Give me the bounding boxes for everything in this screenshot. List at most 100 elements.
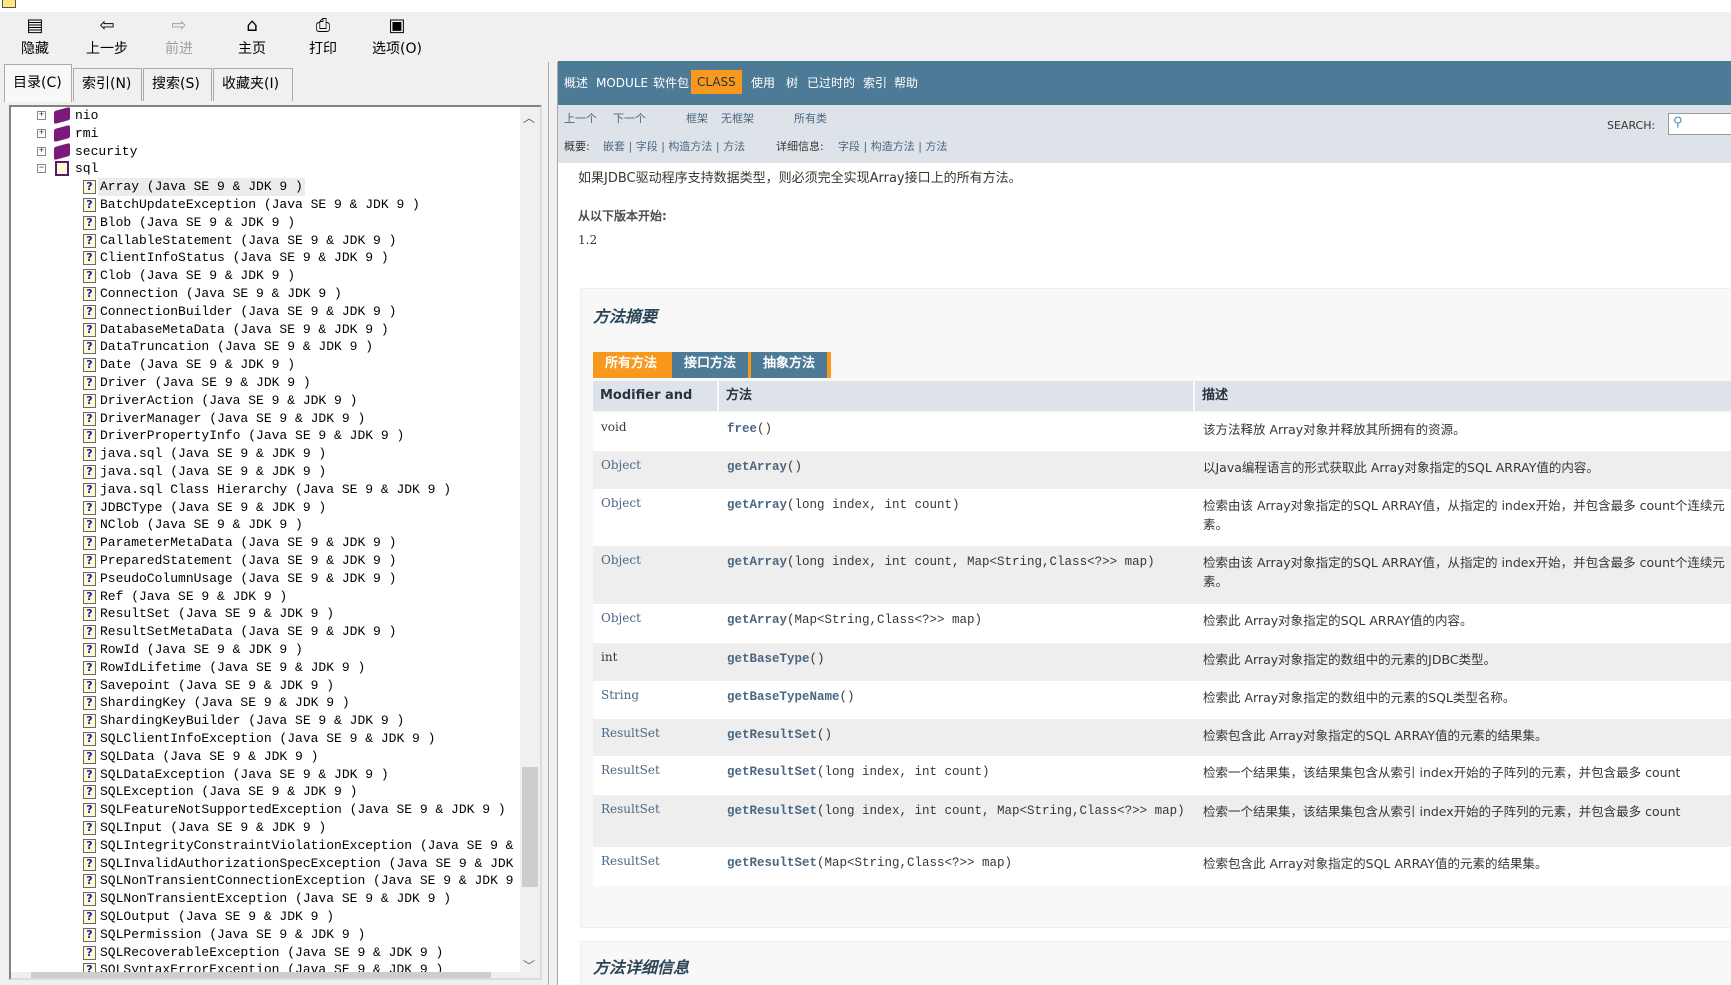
tree-class-item[interactable]: ? SQLClientInfoException (Java SE 9 & JDK… (11, 730, 531, 748)
tree-class-item[interactable]: ? DriverAction (Java SE 9 & JDK 9 ) (11, 392, 531, 410)
tab-contents[interactable]: 目录(C) (4, 64, 72, 102)
tab-favorites[interactable]: 收藏夹(I) (213, 68, 293, 101)
tree-class-item[interactable]: ? PseudoColumnUsage (Java SE 9 & JDK 9 ) (11, 570, 531, 588)
back-button[interactable]: ⇦ 上一步 (75, 14, 139, 58)
method-name-link[interactable]: getBaseType (727, 652, 810, 666)
method-name-link[interactable]: getArray (727, 460, 787, 474)
hscrollbar-thumb[interactable] (31, 972, 491, 978)
horizontal-scrollbar[interactable] (11, 972, 521, 978)
tree-class-item[interactable]: ? Driver (Java SE 9 & JDK 9 ) (11, 374, 531, 392)
collapse-icon[interactable]: − (37, 164, 46, 174)
method-name-link[interactable]: getArray (727, 613, 787, 627)
tree-class-item[interactable]: ? ShardingKey (Java SE 9 & JDK 9 ) (11, 694, 531, 712)
method-name-link[interactable]: getBaseTypeName (727, 690, 840, 704)
method-name-link[interactable]: getResultSet (727, 765, 817, 779)
search-input[interactable]: ⚲ (1668, 113, 1731, 135)
tree-class-item[interactable]: ? JDBCType (Java SE 9 & JDK 9 ) (11, 499, 531, 517)
tree-package-security[interactable]: + security (11, 142, 511, 161)
tree-class-item[interactable]: ? ConnectionBuilder (Java SE 9 & JDK 9 ) (11, 303, 531, 321)
forward-button[interactable]: ⇨ 前进 (147, 14, 211, 58)
prev-class-link[interactable]: 上一个 (564, 110, 597, 126)
tree-class-item[interactable]: ? CallableStatement (Java SE 9 & JDK 9 ) (11, 232, 531, 250)
all-classes-link[interactable]: 所有类 (794, 110, 827, 126)
tree-class-item[interactable]: ? SQLException (Java SE 9 & JDK 9 ) (11, 783, 531, 801)
summary-links[interactable]: 嵌套 | 字段 | 构造方法 | 方法 (603, 138, 745, 154)
tree-class-item[interactable]: ? DriverPropertyInfo (Java SE 9 & JDK 9 ) (11, 427, 531, 445)
tree-package-nio[interactable]: + nio (11, 107, 511, 125)
nav-item-5[interactable]: 树 (786, 73, 798, 93)
scrollbar-thumb[interactable] (522, 767, 538, 887)
tab-interface-methods[interactable]: 接口方法 (672, 352, 753, 378)
tree-class-item[interactable]: ? java.sql (Java SE 9 & JDK 9 ) (11, 463, 531, 481)
tree-class-item[interactable]: ? SQLIntegrityConstraintViolationExceptio… (11, 837, 540, 855)
method-name-link[interactable]: getArray (727, 498, 787, 512)
nav-item-6[interactable]: 已过时的 (807, 73, 855, 93)
pane-splitter[interactable] (548, 62, 558, 985)
tree-class-item[interactable]: ? SQLOutput (Java SE 9 & JDK 9 ) (11, 908, 531, 926)
tree-class-item[interactable]: ? ParameterMetaData (Java SE 9 & JDK 9 ) (11, 534, 531, 552)
options-button[interactable]: ▣ 选项(O) (362, 14, 432, 58)
tree-class-item[interactable]: ? ClientInfoStatus (Java SE 9 & JDK 9 ) (11, 249, 531, 267)
tree-class-item[interactable]: ? RowId (Java SE 9 & JDK 9 ) (11, 641, 531, 659)
tree-class-item[interactable]: ? Ref (Java SE 9 & JDK 9 ) (11, 588, 531, 606)
tree-class-item[interactable]: ? Array (Java SE 9 & JDK 9 ) (11, 178, 531, 196)
tab-search[interactable]: 搜索(S) (143, 68, 212, 101)
expand-icon[interactable]: + (37, 111, 46, 120)
tree-class-item[interactable]: ? ShardingKeyBuilder (Java SE 9 & JDK 9 ) (11, 712, 531, 730)
tree-package-sql[interactable]: − sql (11, 160, 511, 178)
tree-class-item[interactable]: ? DataTruncation (Java SE 9 & JDK 9 ) (11, 338, 531, 356)
tree-class-item[interactable]: ? SQLFeatureNotSupportedException (Java S… (11, 801, 531, 819)
print-button[interactable]: ⎙ 打印 (291, 14, 355, 58)
tree-class-item[interactable]: ? java.sql (Java SE 9 & JDK 9 ) (11, 445, 531, 463)
method-name-link[interactable]: getResultSet (727, 728, 817, 742)
next-class-link[interactable]: 下一个 (613, 110, 646, 126)
tree-class-item[interactable]: ? SQLInput (Java SE 9 & JDK 9 ) (11, 819, 531, 837)
tree-class-item[interactable]: ? Connection (Java SE 9 & JDK 9 ) (11, 285, 531, 303)
tree-class-item[interactable]: ? ResultSetMetaData (Java SE 9 & JDK 9 ) (11, 623, 531, 641)
nav-item-3[interactable]: CLASS (691, 70, 742, 94)
nav-item-7[interactable]: 索引 (863, 73, 887, 93)
tab-all-methods[interactable]: 所有方法 (593, 352, 674, 378)
vertical-scrollbar[interactable]: ︿ ﹀ (520, 107, 540, 978)
tree-class-item[interactable]: ? Savepoint (Java SE 9 & JDK 9 ) (11, 677, 531, 695)
expand-icon[interactable]: + (37, 128, 46, 138)
tree-class-item[interactable]: ? Blob (Java SE 9 & JDK 9 ) (11, 214, 531, 232)
method-name-link[interactable]: free (727, 422, 757, 436)
nav-item-8[interactable]: 帮助 (894, 73, 918, 93)
tree-class-item[interactable]: ? ResultSet (Java SE 9 & JDK 9 ) (11, 605, 531, 623)
tree-class-item[interactable]: ? SQLInvalidAuthorizationSpecException (J… (11, 855, 540, 873)
tree-class-item[interactable]: ? SQLNonTransientException (Java SE 9 & J… (11, 890, 531, 908)
tree-class-item[interactable]: ? SQLDataException (Java SE 9 & JDK 9 ) (11, 766, 531, 784)
frames-link[interactable]: 框架 (686, 110, 708, 126)
home-button[interactable]: ⌂ 主页 (220, 14, 284, 58)
nav-item-4[interactable]: 使用 (751, 73, 775, 93)
tree-class-item[interactable]: ? Date (Java SE 9 & JDK 9 ) (11, 356, 531, 374)
tree-class-item[interactable]: ? SQLNonTransientConnectionException (Jav… (11, 872, 531, 890)
scroll-up-icon[interactable]: ︿ (523, 109, 535, 126)
tab-abstract-methods[interactable]: 抽象方法 (751, 352, 832, 378)
tree-class-item[interactable]: ? DriverManager (Java SE 9 & JDK 9 ) (11, 410, 531, 428)
method-name-link[interactable]: getArray (727, 555, 787, 569)
tree-class-item[interactable]: ? DatabaseMetaData (Java SE 9 & JDK 9 ) (11, 321, 531, 339)
detail-links[interactable]: 字段 | 构造方法 | 方法 (838, 138, 947, 154)
tree-package-rmi[interactable]: + rmi (11, 124, 511, 143)
tree-class-item[interactable]: ? RowIdLifetime (Java SE 9 & JDK 9 ) (11, 659, 531, 677)
tree-class-item[interactable]: ? SQLRecoverableException (Java SE 9 & JD… (11, 944, 531, 962)
method-name-link[interactable]: getResultSet (727, 856, 817, 870)
scroll-down-icon[interactable]: ﹀ (523, 957, 535, 974)
method-name-link[interactable]: getResultSet (727, 804, 817, 818)
tab-index[interactable]: 索引(N) (73, 68, 142, 101)
tree-class-item[interactable]: ? NClob (Java SE 9 & JDK 9 ) (11, 516, 531, 534)
tree-class-item[interactable]: ? java.sql Class Hierarchy (Java SE 9 & J… (11, 481, 531, 499)
expand-icon[interactable]: + (37, 146, 46, 156)
hide-button[interactable]: ▤ 隐藏 (3, 14, 67, 58)
nav-item-2[interactable]: 软件包 (653, 73, 689, 93)
tree-class-item[interactable]: ? SQLPermission (Java SE 9 & JDK 9 ) (11, 926, 531, 944)
nav-item-1[interactable]: MODULE (596, 73, 648, 93)
no-frames-link[interactable]: 无框架 (721, 110, 754, 126)
tree-class-item[interactable]: ? PreparedStatement (Java SE 9 & JDK 9 ) (11, 552, 531, 570)
nav-item-0[interactable]: 概述 (564, 73, 588, 93)
tree-class-item[interactable]: ? SQLData (Java SE 9 & JDK 9 ) (11, 748, 531, 766)
tree-class-item[interactable]: ? Clob (Java SE 9 & JDK 9 ) (11, 267, 531, 285)
tree-class-item[interactable]: ? BatchUpdateException (Java SE 9 & JDK 9… (11, 196, 531, 214)
